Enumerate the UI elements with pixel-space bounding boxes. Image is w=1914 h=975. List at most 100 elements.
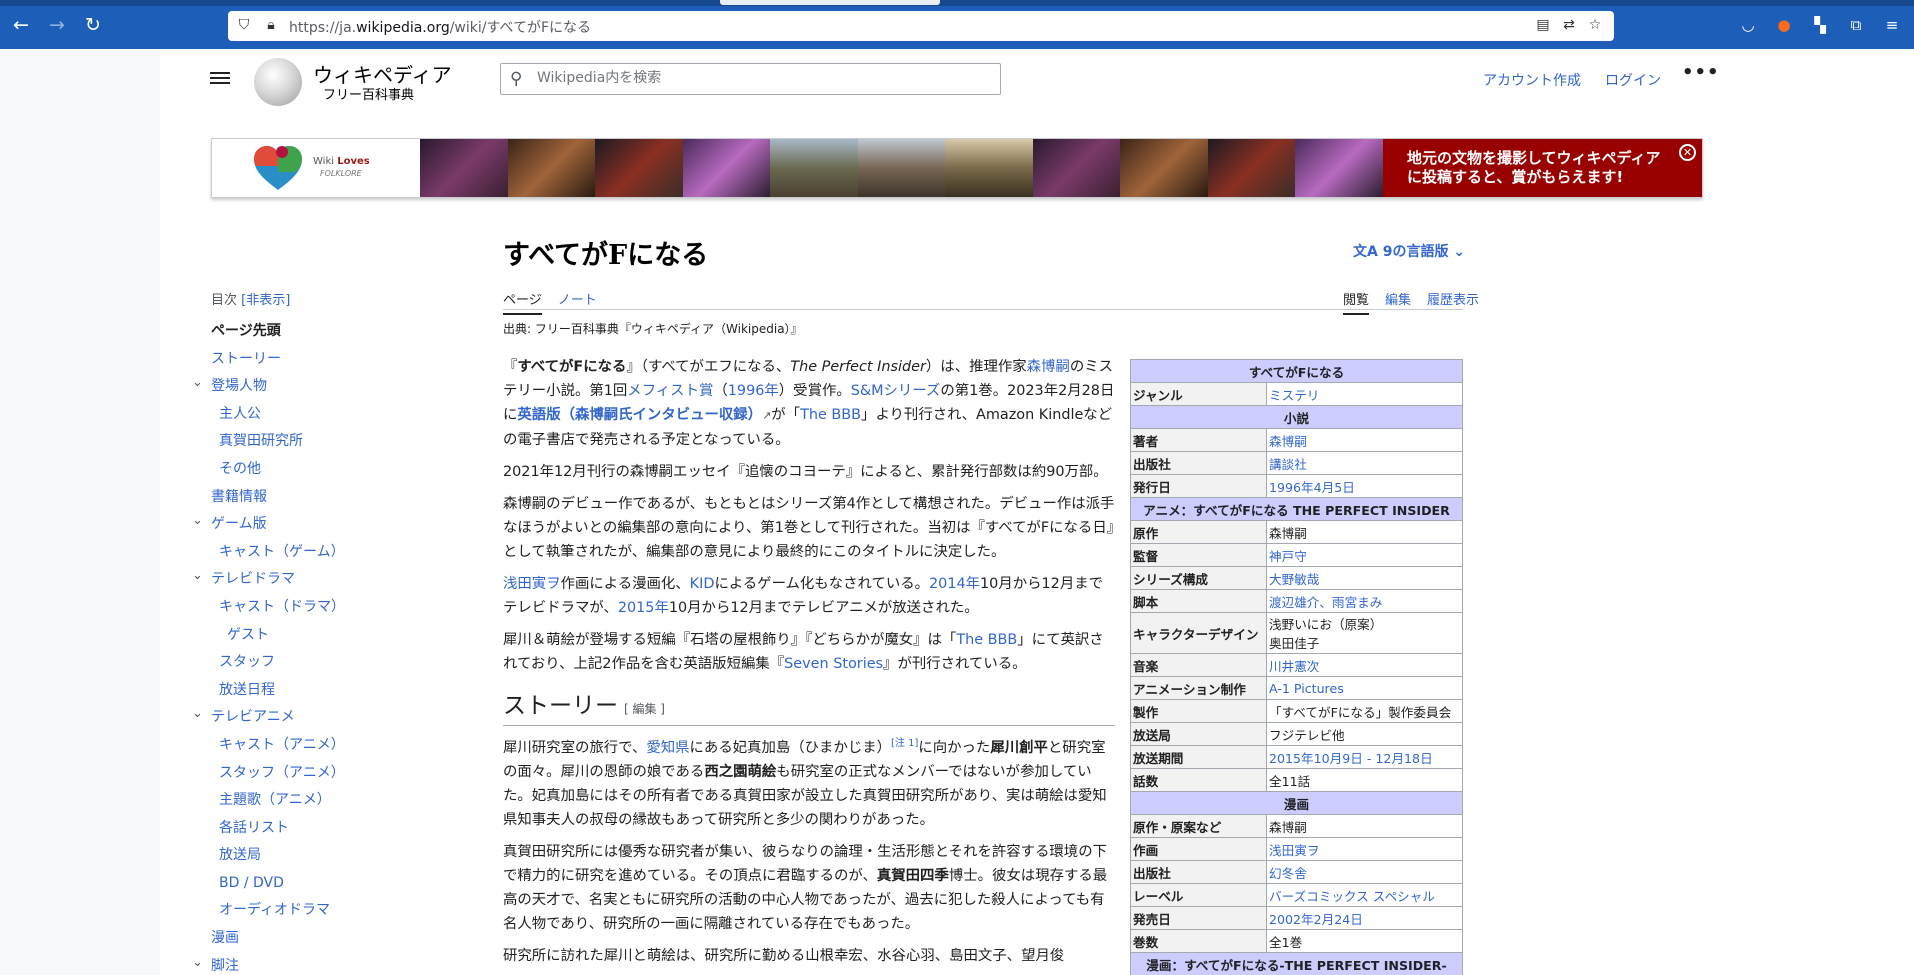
infobox-value[interactable]: 大野敏哉 xyxy=(1266,566,1463,590)
toc-item[interactable]: BD / DVD xyxy=(211,873,441,901)
infobox-row: 漫画：すべてがFになる-THE PERFECT INSIDER- xyxy=(1130,952,1463,975)
infobox-value[interactable]: 森博嗣 xyxy=(1266,428,1463,452)
wikipedia-globe-logo[interactable] xyxy=(254,58,302,106)
link-mephisto-prize[interactable]: メフィスト賞 xyxy=(627,383,713,399)
tab-page[interactable]: ページ xyxy=(503,293,542,315)
close-icon[interactable]: ✕ xyxy=(1679,144,1696,161)
infobox-value[interactable]: ミステリ xyxy=(1266,382,1463,406)
lock-icon[interactable]: 🔒︎ xyxy=(262,16,280,34)
infobox-value[interactable]: 1996年4月5日 xyxy=(1266,474,1463,498)
infobox-value[interactable]: 浅田寅ヲ xyxy=(1266,837,1463,861)
chevron-down-icon[interactable]: ⌄ xyxy=(192,704,203,724)
toc-item[interactable]: スタッフ（アニメ） xyxy=(211,763,441,791)
infobox-label: 音楽 xyxy=(1130,653,1267,677)
create-account-link[interactable]: アカウント作成 xyxy=(1483,70,1581,90)
toc-item[interactable]: ⌄ 登場人物 xyxy=(192,375,441,404)
chevron-down-icon[interactable]: ⌄ xyxy=(192,373,203,393)
toc-item[interactable]: 書籍情報 xyxy=(211,487,441,515)
link-the-bbb[interactable]: The BBB xyxy=(800,407,861,423)
tab-talk[interactable]: ノート xyxy=(558,293,597,308)
infobox-value[interactable]: 渡辺雄介、雨宮まみ xyxy=(1266,589,1463,613)
more-options-icon[interactable]: ••• xyxy=(1682,62,1720,83)
infobox-label: シリーズ構成 xyxy=(1130,566,1267,590)
infobox-value[interactable]: 川井憲次 xyxy=(1266,653,1463,677)
infobox-value[interactable]: 幻冬舎 xyxy=(1266,860,1463,884)
toc-item[interactable]: 各話リスト xyxy=(211,818,441,846)
infobox-value[interactable]: 講談社 xyxy=(1266,451,1463,475)
infobox-value[interactable]: 2002年2月24日 xyxy=(1266,906,1463,930)
tab-read[interactable]: 閲覧 xyxy=(1343,293,1370,315)
bookmark-star-icon[interactable]: ☆ xyxy=(1586,16,1604,34)
infobox-value[interactable]: 2015年10月9日 - 12月18日 xyxy=(1266,745,1463,769)
link-1996[interactable]: 1996年 xyxy=(728,383,779,399)
toc-item[interactable]: 放送日程 xyxy=(211,680,441,708)
reload-icon[interactable]: ↻ xyxy=(82,14,104,36)
pocket-icon[interactable]: ◡ xyxy=(1738,15,1758,35)
chevron-down-icon[interactable]: ⌄ xyxy=(192,511,203,531)
infobox-label: 脚本 xyxy=(1130,589,1267,613)
tab-history[interactable]: 履歴表示 xyxy=(1427,293,1479,308)
toc-item[interactable]: キャスト（ゲーム） xyxy=(211,542,441,570)
menu-icon[interactable]: ≡ xyxy=(1882,15,1902,35)
infobox-row: アニメ：すべてがFになる THE PERFECT INSIDER xyxy=(1130,497,1463,521)
wiki-loves-folklore-banner[interactable]: Wiki Loves FOLKLORE 地元の文物を撮影してウィキペディア に投… xyxy=(211,138,1703,198)
link-seven-stories[interactable]: Seven Stories xyxy=(784,656,883,672)
forward-arrow-icon[interactable]: → xyxy=(46,14,68,36)
toc-item[interactable]: オーディオドラマ xyxy=(211,900,441,928)
toc-item[interactable]: スタッフ xyxy=(211,652,441,680)
brave-extension-icon[interactable]: ● xyxy=(1774,15,1794,35)
toc-item[interactable]: ページ先頭 xyxy=(211,321,441,349)
link-author[interactable]: 森博嗣 xyxy=(1027,359,1070,375)
toc-item[interactable]: ⌄ 脚注 xyxy=(192,955,441,975)
toc-item[interactable]: ストーリー xyxy=(211,349,441,377)
section-edit-link[interactable]: [ 編集 ] xyxy=(624,702,665,716)
toc-item[interactable]: 真賀田研究所 xyxy=(211,431,441,459)
toc-item[interactable]: ⌄ ゲーム版 xyxy=(192,513,441,542)
toc-hide-link[interactable]: [非表示] xyxy=(241,293,290,308)
link-kid[interactable]: KID xyxy=(690,576,715,592)
infobox-value[interactable]: A-1 Pictures xyxy=(1266,676,1463,700)
infobox-value: 全1巻 xyxy=(1266,929,1463,953)
search-box[interactable]: ⚲ xyxy=(500,63,1001,95)
extension-icon[interactable]: ▚ xyxy=(1810,15,1830,35)
language-selector[interactable]: 文A 9の言語版 ⌄ xyxy=(1353,241,1465,261)
link-2014[interactable]: 2014年 xyxy=(929,576,980,592)
infobox-caption: 漫画：すべてがFになる-THE PERFECT INSIDER- xyxy=(1130,952,1463,975)
address-bar[interactable]: ⛉ 🔒︎ https://ja.wikipedia.org/wiki/すべてがF… xyxy=(228,11,1614,41)
toc-item[interactable]: キャスト（ドラマ） xyxy=(211,597,441,625)
link-sm-series[interactable]: S&Mシリーズ xyxy=(851,383,941,399)
login-link[interactable]: ログイン xyxy=(1605,70,1661,90)
toc-item[interactable]: ゲスト xyxy=(211,625,441,653)
link-english-edition[interactable]: 英語版（森博嗣氏インタビュー収録） xyxy=(517,407,762,423)
infobox-value: 浅野いにお（原案） 奥田佳子 xyxy=(1266,612,1463,654)
active-tab-indicator[interactable] xyxy=(720,0,940,5)
link-2015[interactable]: 2015年 xyxy=(618,600,669,616)
toc-item[interactable]: 主題歌（アニメ） xyxy=(211,790,441,818)
toc-item[interactable]: キャスト（アニメ） xyxy=(211,735,441,763)
infobox-value[interactable]: 神戸守 xyxy=(1266,543,1463,567)
back-arrow-icon[interactable]: ← xyxy=(10,14,32,36)
chevron-down-icon[interactable]: ⌄ xyxy=(192,566,203,586)
footnote-link[interactable]: [注 1] xyxy=(891,738,918,749)
toc-item[interactable]: 放送局 xyxy=(211,845,441,873)
translate-icon[interactable]: ⇄ xyxy=(1560,16,1578,34)
banner-call-to-action[interactable]: 地元の文物を撮影してウィキペディア に投稿すると、賞がもらえます! ✕ xyxy=(1383,139,1702,197)
toc-item[interactable]: ⌄ テレビドラマ xyxy=(192,568,441,597)
tab-edit[interactable]: 編集 xyxy=(1385,293,1411,308)
toc-item[interactable]: ⌄ テレビアニメ xyxy=(192,706,441,735)
infobox-row: 発行日 1996年4月5日 xyxy=(1130,474,1463,498)
shield-icon[interactable]: ⛉ xyxy=(235,16,253,34)
infobox-value[interactable]: バーズコミックス スペシャル xyxy=(1266,883,1463,907)
toc-item[interactable]: 主人公 xyxy=(211,404,441,432)
puzzle-icon[interactable]: ⧉ xyxy=(1846,15,1866,35)
toc-item[interactable]: その他 xyxy=(211,459,441,487)
link-the-bbb-2[interactable]: The BBB xyxy=(956,632,1017,648)
url-text[interactable]: https://ja.wikipedia.org/wiki/すべてがFになる xyxy=(289,17,591,37)
reader-view-icon[interactable]: ▤ xyxy=(1534,16,1552,34)
chevron-down-icon[interactable]: ⌄ xyxy=(192,953,203,973)
main-menu-icon[interactable] xyxy=(210,69,230,89)
toc-item[interactable]: 漫画 xyxy=(211,928,441,956)
link-asada-torao[interactable]: 浅田寅ヲ xyxy=(503,576,561,592)
search-input[interactable] xyxy=(537,70,977,86)
link-aichi[interactable]: 愛知県 xyxy=(646,740,689,756)
